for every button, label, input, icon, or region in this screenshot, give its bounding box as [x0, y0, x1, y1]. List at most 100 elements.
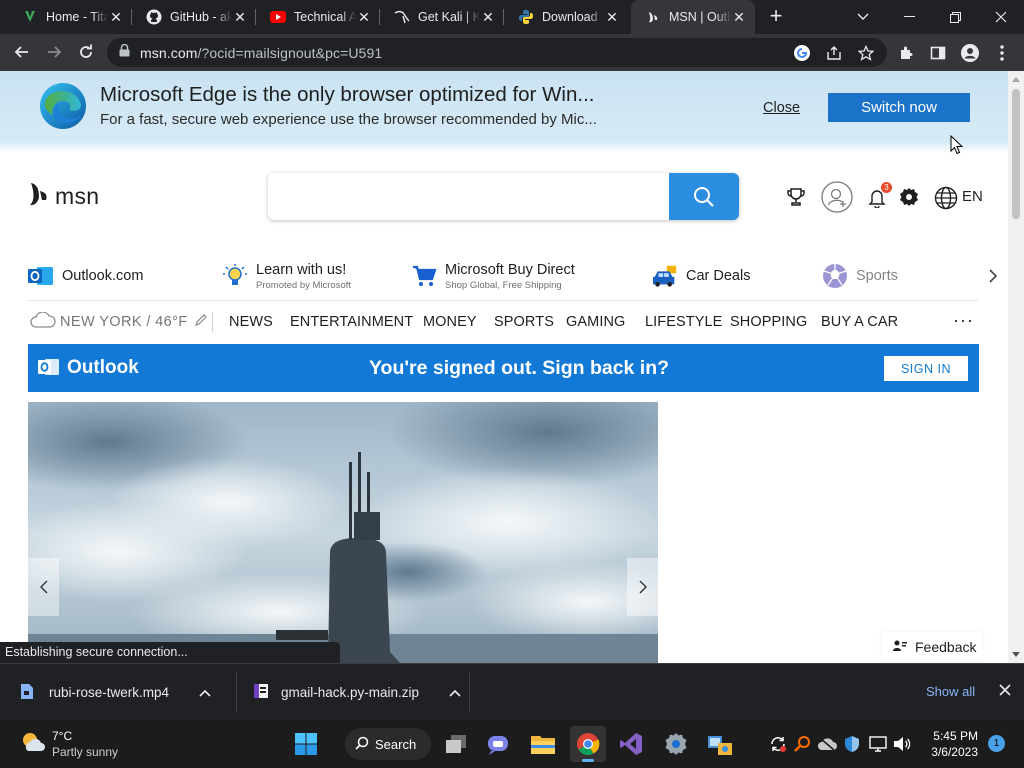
- tab-close-icon[interactable]: ✕: [480, 9, 496, 25]
- restore-button[interactable]: [932, 0, 978, 34]
- globe-icon[interactable]: [934, 186, 958, 210]
- nav-money[interactable]: MONEY: [423, 314, 477, 330]
- quicklinks-next-chevron-icon[interactable]: [988, 268, 998, 289]
- tab-search-chevron-icon[interactable]: [840, 0, 886, 34]
- new-tab-button[interactable]: +: [764, 5, 788, 29]
- tab-close-icon[interactable]: ✕: [604, 9, 620, 25]
- chevron-right-icon: [639, 580, 647, 594]
- tab-python-download[interactable]: Download ✕: [504, 0, 628, 34]
- tab-title: MSN | Outl: [669, 10, 730, 24]
- control-panel-icon[interactable]: [702, 726, 738, 762]
- car-icon: [652, 263, 678, 289]
- quicklink-label: Learn with us!: [256, 261, 347, 278]
- chrome-menu-icon[interactable]: [991, 42, 1013, 64]
- tab-kali[interactable]: Get Kali | K ✕: [380, 0, 504, 34]
- weather-location[interactable]: NEW YORK / 46°F: [30, 311, 208, 332]
- tab-close-icon[interactable]: ✕: [731, 9, 747, 25]
- feedback-button[interactable]: Feedback: [881, 632, 983, 662]
- reload-button[interactable]: [72, 38, 100, 66]
- address-bar[interactable]: msn.com/?ocid=mailsignout&pc=U591: [107, 38, 887, 67]
- chevron-up-icon[interactable]: [199, 685, 211, 700]
- tab-titan[interactable]: Home - Tita ✕: [8, 0, 132, 34]
- github-icon: [146, 9, 162, 25]
- hero-next-button[interactable]: [627, 558, 658, 616]
- lock-icon[interactable]: [119, 43, 130, 62]
- nav-shopping[interactable]: SHOPPING: [730, 314, 807, 330]
- file-explorer-icon[interactable]: [525, 726, 561, 762]
- settings-app-icon[interactable]: [658, 726, 694, 762]
- quicklink-learn[interactable]: Learn with us! Promoted by Microsoft: [222, 253, 351, 299]
- task-view-icon[interactable]: [438, 726, 474, 762]
- quicklink-buy-direct[interactable]: Microsoft Buy Direct Shop Global, Free S…: [411, 253, 575, 299]
- tab-youtube[interactable]: Technical A ✕: [256, 0, 380, 34]
- nav-gaming[interactable]: GAMING: [566, 314, 625, 330]
- nav-more-icon[interactable]: ···: [953, 310, 974, 331]
- nav-lifestyle[interactable]: LIFESTYLE: [645, 314, 722, 330]
- teams-chat-icon[interactable]: [481, 726, 517, 762]
- show-all-downloads-button[interactable]: Show all: [926, 684, 975, 699]
- tab-close-icon[interactable]: ✕: [108, 9, 124, 25]
- nav-news[interactable]: NEWS: [229, 314, 273, 330]
- forward-button[interactable]: [40, 38, 68, 66]
- hero-image-submarine[interactable]: [28, 402, 658, 663]
- display-tray-icon[interactable]: [868, 734, 888, 754]
- taskbar-weather-widget[interactable]: 7°C Partly sunny: [20, 729, 118, 759]
- outlook-icon: [38, 357, 60, 382]
- edge-banner-close-link[interactable]: Close: [763, 100, 800, 116]
- tab-close-icon[interactable]: ✕: [356, 9, 372, 25]
- taskbar-search-button[interactable]: Search: [345, 728, 431, 760]
- back-button[interactable]: [8, 38, 36, 66]
- tab-github[interactable]: GitHub - ak ✕: [132, 0, 256, 34]
- bookmark-star-icon[interactable]: [855, 42, 877, 64]
- search-input[interactable]: [268, 173, 669, 220]
- rewards-trophy-icon[interactable]: [786, 187, 806, 207]
- close-window-button[interactable]: [978, 0, 1024, 34]
- sign-in-button[interactable]: SIGN IN: [884, 356, 968, 381]
- nav-entertainment[interactable]: ENTERTAINMENT: [290, 314, 413, 330]
- search-button[interactable]: [669, 173, 739, 220]
- visual-studio-icon[interactable]: [613, 726, 649, 762]
- download-item[interactable]: rubi-rose-twerk.mp4: [20, 664, 211, 721]
- side-panel-icon[interactable]: [927, 42, 949, 64]
- windows-start-icon[interactable]: [288, 726, 324, 762]
- quicklink-label: Sports: [856, 268, 898, 284]
- titan-leaf-icon: [22, 9, 38, 25]
- search-tray-icon[interactable]: [792, 734, 812, 754]
- google-lens-icon[interactable]: [791, 42, 813, 64]
- settings-gear-icon[interactable]: [899, 187, 919, 207]
- extensions-icon[interactable]: [895, 42, 917, 64]
- hero-prev-button[interactable]: [28, 558, 59, 616]
- quicklink-sports[interactable]: Sports: [822, 253, 898, 299]
- language-selector[interactable]: EN: [962, 188, 983, 205]
- volume-icon[interactable]: [892, 734, 912, 754]
- switch-now-button[interactable]: Switch now: [828, 93, 970, 122]
- edit-pencil-icon[interactable]: [194, 313, 208, 331]
- scroll-down-icon[interactable]: [1012, 652, 1020, 657]
- divider: [212, 312, 213, 332]
- tab-msn-outlook[interactable]: MSN | Outl ✕: [631, 0, 755, 34]
- taskbar-clock[interactable]: 5:45 PM 3/6/2023: [922, 728, 978, 760]
- chevron-up-icon[interactable]: [449, 685, 461, 700]
- cloud-tray-icon[interactable]: [817, 734, 837, 754]
- scroll-up-icon[interactable]: [1012, 77, 1020, 82]
- quicklink-car-deals[interactable]: Car Deals: [652, 253, 750, 299]
- profile-icon[interactable]: [959, 42, 981, 64]
- nav-buy-a-car[interactable]: BUY A CAR: [821, 314, 898, 330]
- share-icon[interactable]: [823, 42, 845, 64]
- notification-center-badge[interactable]: 1: [988, 735, 1005, 752]
- tab-close-icon[interactable]: ✕: [232, 9, 248, 25]
- quicklink-outlook[interactable]: Outlook.com: [28, 253, 143, 299]
- chrome-taskbar-icon[interactable]: [570, 726, 606, 762]
- scrollbar-thumb[interactable]: [1012, 89, 1020, 219]
- page-scrollbar[interactable]: [1008, 71, 1024, 663]
- sync-icon[interactable]: [768, 734, 788, 754]
- minimize-button[interactable]: [886, 0, 932, 34]
- download-item[interactable]: gmail-hack.py-main.zip: [253, 664, 461, 721]
- msn-logo[interactable]: msn: [27, 181, 99, 212]
- sign-in-avatar-icon[interactable]: [821, 181, 853, 213]
- defender-shield-icon[interactable]: [842, 734, 862, 754]
- close-download-shelf-icon[interactable]: [999, 683, 1011, 701]
- tab-title: Download: [542, 10, 598, 24]
- edge-promo-banner: Microsoft Edge is the only browser optim…: [0, 71, 1008, 143]
- nav-sports[interactable]: SPORTS: [494, 314, 554, 330]
